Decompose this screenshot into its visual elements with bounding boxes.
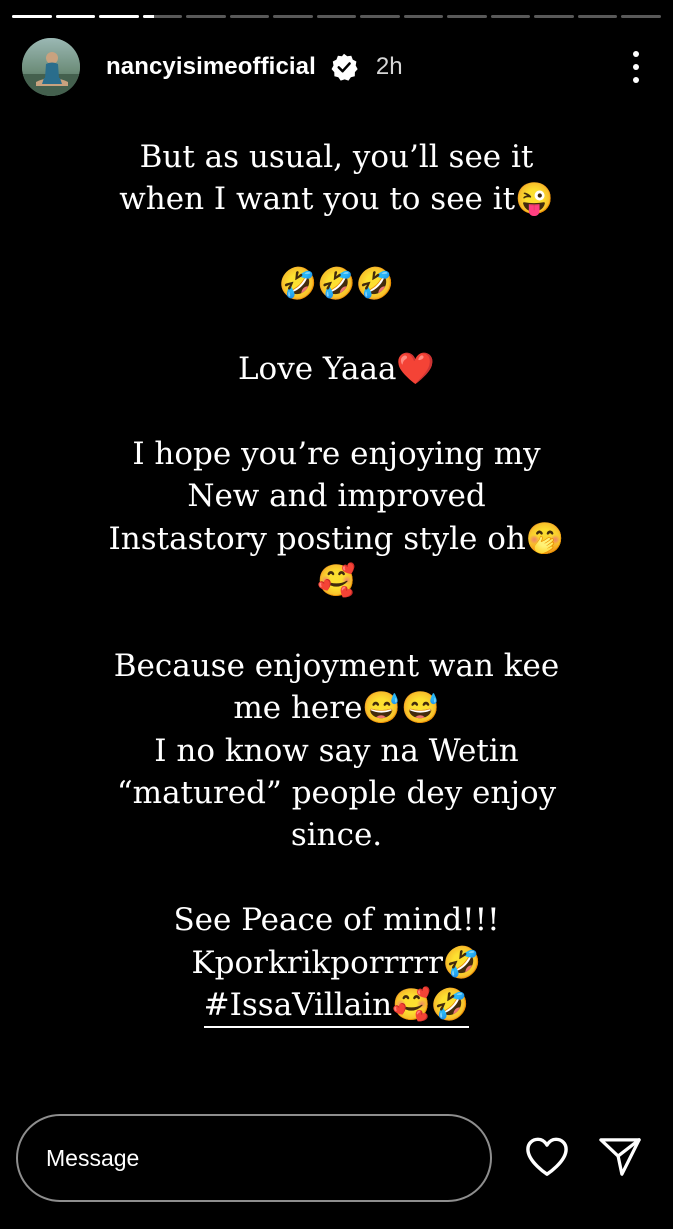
story-line: Kporkrikporrrrr🤣 (191, 944, 482, 981)
story-line: “matured” people dey enjoy (116, 775, 557, 812)
story-line: 🥰 (317, 563, 356, 600)
story-line: See Peace of mind!!! (173, 902, 500, 939)
progress-segment (273, 15, 313, 18)
progress-segment (403, 15, 444, 18)
story-line: me here😅😅 (233, 690, 440, 727)
progress-segment (447, 15, 487, 18)
story-line: New and improved (187, 478, 486, 515)
progress-segment (229, 15, 270, 18)
more-options-icon[interactable] (621, 47, 651, 87)
message-placeholder: Message (46, 1144, 140, 1171)
story-blank-line (40, 306, 633, 348)
story-line: Love Yaaa❤️ (237, 351, 436, 387)
story-line: I no know say na Wetin (154, 732, 519, 769)
verified-badge-icon (331, 53, 358, 81)
progress-segment (621, 15, 661, 18)
heart-icon[interactable] (524, 1136, 570, 1178)
progress-segment (55, 15, 96, 18)
username[interactable]: nancyisimeofficial (106, 53, 316, 81)
story-line: But as usual, you’ll see it (139, 139, 534, 175)
progress-segment (186, 15, 226, 18)
story-blank-line (40, 602, 633, 644)
progress-segment (490, 15, 531, 18)
story-blank-line (40, 390, 633, 432)
progress-segment (142, 15, 183, 18)
story-blank-line (40, 221, 633, 263)
progress-segment (577, 15, 618, 18)
send-icon[interactable] (598, 1136, 642, 1178)
progress-segment (316, 15, 357, 18)
hashtag-link[interactable]: #IssaVillain🥰🤣 (203, 985, 470, 1029)
story-line: 🤣🤣🤣 (278, 266, 395, 303)
story-header: nancyisimeofficial 2h (22, 36, 651, 98)
story-blank-line (40, 857, 633, 899)
progress-segment (12, 15, 52, 18)
avatar[interactable] (22, 38, 80, 96)
story-text: But as usual, you’ll see it when I want y… (40, 136, 633, 1029)
post-time: 2h (375, 53, 403, 80)
progress-segment (534, 15, 574, 18)
progress-segment (99, 15, 139, 18)
story-line: I hope you’re enjoying my (132, 435, 541, 472)
story-line: when I want you to see it😜 (119, 181, 554, 218)
story-line: since. (290, 817, 383, 854)
story-line: Instastory posting style oh🤭 (108, 520, 565, 557)
story-reply-bar: Message (0, 1109, 673, 1229)
message-input[interactable]: Message (16, 1114, 492, 1202)
avatar-photo (22, 38, 80, 96)
story-line: Because enjoyment wan kee (113, 647, 560, 684)
story-progress-bar (12, 15, 661, 19)
progress-segment (360, 15, 400, 18)
